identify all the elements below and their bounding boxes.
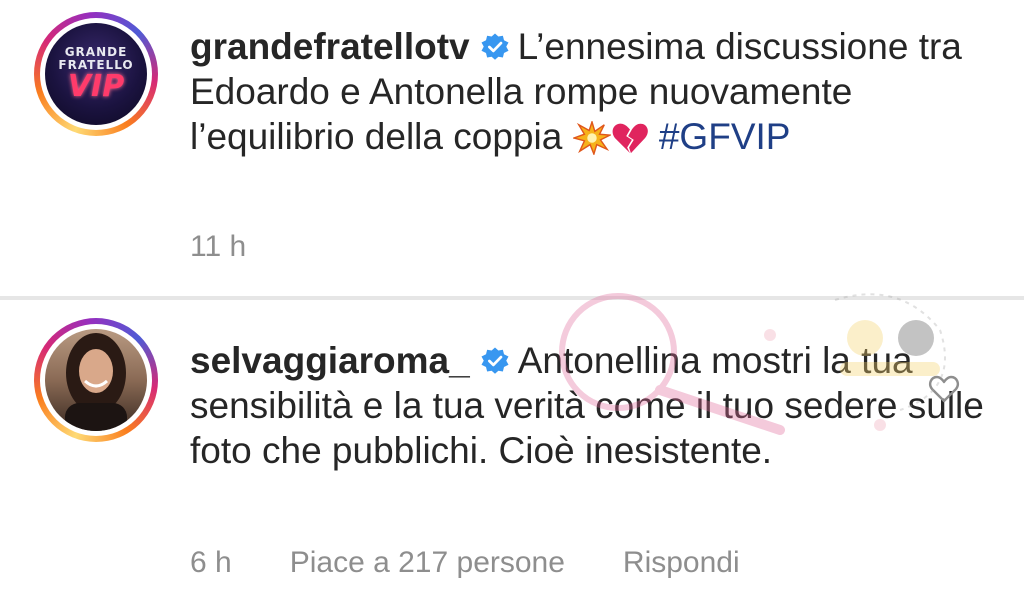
verified-badge-icon — [481, 33, 509, 60]
comment-text: selvaggiaroma_ Antonellina mostri la tua… — [190, 338, 990, 473]
hashtag-link[interactable]: #GFVIP — [659, 116, 791, 157]
likes-count[interactable]: Piace a 217 persone — [290, 546, 565, 580]
verified-badge-icon — [481, 347, 509, 374]
timestamp: 6 h — [190, 546, 232, 579]
username[interactable]: grandefratellotv — [190, 26, 470, 67]
comment-item: selvaggiaroma_ Antonellina mostri la tua… — [0, 300, 1024, 596]
caption-meta: 11 h — [190, 230, 246, 264]
reply-button[interactable]: Rispondi — [623, 546, 740, 580]
avatar: GRANDE FRATELLO VIP — [45, 23, 147, 125]
username[interactable]: selvaggiaroma_ — [190, 340, 470, 381]
avatar-story-ring[interactable]: GRANDE FRATELLO VIP — [34, 12, 158, 136]
caption-post: GRANDE FRATELLO VIP grandefratellotv L’e… — [0, 0, 1024, 296]
heart-outline-icon[interactable] — [928, 374, 960, 404]
logo-line-3: VIP — [67, 69, 125, 104]
portrait-icon — [65, 333, 127, 431]
collision-emoji — [572, 121, 611, 155]
avatar-story-ring[interactable] — [34, 318, 158, 442]
broken-heart-emoji — [612, 123, 648, 154]
timestamp: 11 h — [190, 230, 247, 263]
avatar — [45, 329, 147, 431]
caption-text: grandefratellotv L’ennesima discussione … — [190, 24, 990, 159]
comment-meta: 6 h Piace a 217 persone Rispondi — [190, 546, 740, 580]
